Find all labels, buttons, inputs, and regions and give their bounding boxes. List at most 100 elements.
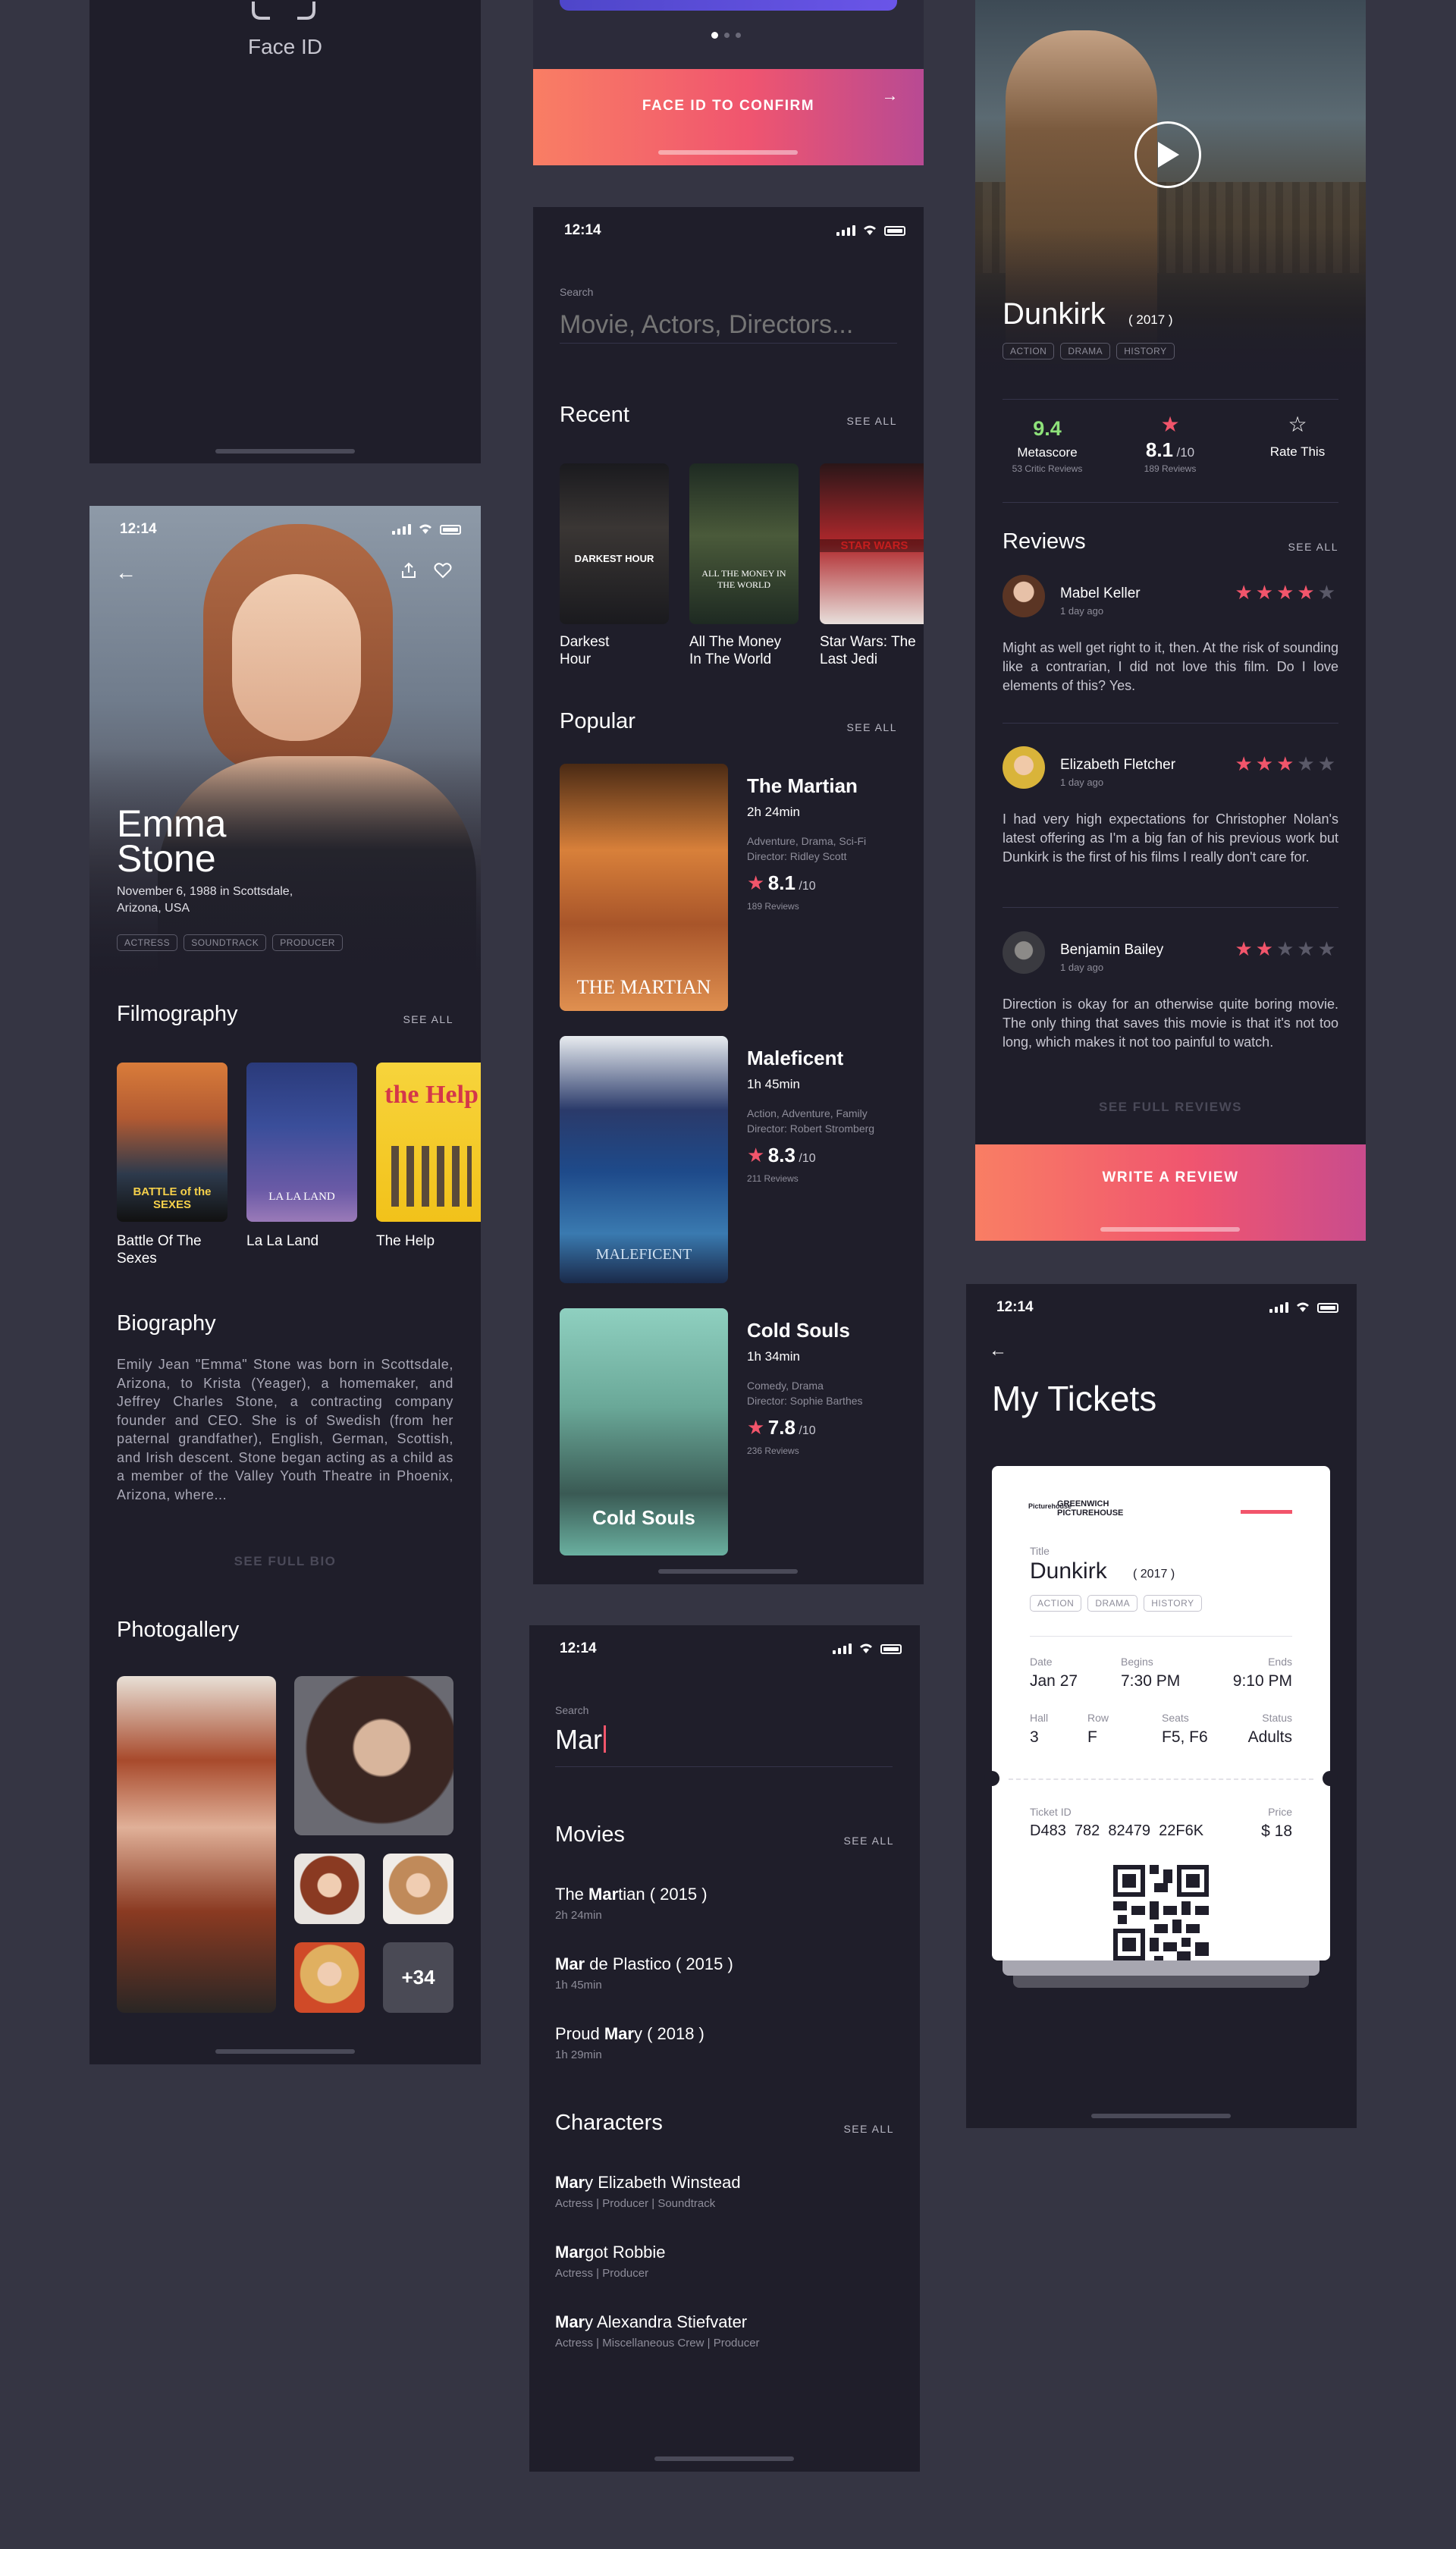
result-title: Mar de Plastico ( 2015 ) [555, 1954, 733, 1973]
status-icons [833, 1642, 902, 1654]
rating-out-of: /10 [1176, 445, 1195, 460]
character-result[interactable]: Mary Elizabeth Winstead Actress | Produc… [555, 2173, 893, 2218]
popular-item-director: Director: Sophie Barthes [747, 1395, 863, 1407]
search-input[interactable]: Mar [555, 1724, 893, 1767]
result-sub: Actress | Producer [555, 2267, 649, 2280]
star-icon: ★ [747, 871, 765, 894]
popular-poster-maleficent[interactable]: MALEFICENT [560, 1036, 728, 1283]
signal-icon [836, 225, 855, 236]
film-title: La La Land [246, 1233, 319, 1249]
result-sub: Actress | Producer | Soundtrack [555, 2197, 716, 2210]
ticket-movie-title: Dunkirk [1030, 1559, 1107, 1584]
ticket-card[interactable]: Picturehouse GREENWICH PICTUREHOUSE Titl… [984, 1466, 1338, 1960]
ticket-tags: ACTION DRAMA HISTORY [1030, 1595, 1208, 1612]
gallery-photo[interactable] [294, 1854, 365, 1924]
star-icon: ★ [1235, 581, 1256, 604]
gallery-more-button[interactable]: +34 [383, 1942, 453, 2013]
see-full-bio-link[interactable]: SEE FULL BIO [89, 1554, 481, 1569]
star-icon: ★ [747, 1416, 765, 1439]
popular-item-director: Director: Ridley Scott [747, 850, 847, 862]
star-icon: ★ [1317, 752, 1338, 775]
share-icon[interactable] [400, 562, 417, 579]
popular-see-all-link[interactable]: SEE ALL [846, 721, 897, 733]
result-sub: 1h 29min [555, 2048, 602, 2061]
wifi-icon [864, 225, 876, 235]
heart-icon[interactable] [434, 562, 452, 579]
play-button[interactable] [1134, 121, 1201, 188]
popular-item-title: The Martian [747, 774, 858, 797]
recent-poster-darkest-hour[interactable]: DARKEST HOUR [560, 463, 669, 624]
back-arrow-icon[interactable]: ← [115, 560, 136, 585]
home-indicator [654, 2456, 794, 2461]
character-result[interactable]: Margot Robbie Actress | Producer [555, 2243, 893, 2288]
movie-hero-image [975, 0, 1366, 394]
arrow-right-icon: → [881, 86, 899, 105]
rate-this-button[interactable]: ☆ Rate This [1241, 414, 1354, 460]
write-review-label: WRITE A REVIEW [1102, 1169, 1239, 1185]
characters-see-all-link[interactable]: SEE ALL [843, 2123, 894, 2135]
tag-drama: DRAMA [1087, 1595, 1138, 1612]
tag-drama: DRAMA [1060, 343, 1111, 359]
popular-item-reviews: 236 Reviews [747, 1446, 799, 1456]
popular-poster-the-martian[interactable]: THE MARTIAN [560, 764, 728, 1011]
gallery-photo[interactable] [117, 1676, 276, 2013]
film-poster-battle-of-the-sexes[interactable]: BATTLE of the SEXES [117, 1063, 228, 1222]
result-title: Mary Alexandra Stiefvater [555, 2312, 748, 2331]
recent-poster-star-wars[interactable]: STAR WARS [820, 463, 924, 624]
filmography-see-all-link[interactable]: SEE ALL [403, 1013, 453, 1025]
recent-title-line: All The Money [689, 634, 782, 650]
movies-see-all-link[interactable]: SEE ALL [843, 1835, 894, 1847]
ticket-accent-bar [1241, 1510, 1292, 1514]
film-title: Battle Of The [117, 1233, 202, 1249]
divider [1030, 1636, 1292, 1637]
recent-poster-all-the-money[interactable]: ALL THE MONEY IN THE WORLD [689, 463, 799, 624]
write-review-button[interactable]: WRITE A REVIEW [975, 1144, 1366, 1241]
film-title: The Help [376, 1233, 435, 1249]
review-stars: ★★★★★ [1235, 752, 1338, 776]
biography-title: Biography [117, 1311, 216, 1336]
movie-result[interactable]: Proud Mary ( 2018 ) 1h 29min [555, 2024, 893, 2070]
film-poster-the-help[interactable]: the Help [376, 1063, 481, 1222]
result-title: The Martian ( 2015 ) [555, 1885, 708, 1904]
back-arrow-icon[interactable]: ← [989, 1340, 1007, 1361]
search-input[interactable] [560, 307, 897, 344]
movies-title: Movies [555, 1822, 625, 1847]
wifi-icon [1297, 1302, 1309, 1312]
popular-item-director: Director: Robert Stromberg [747, 1122, 875, 1135]
status-time: 12:14 [120, 521, 157, 537]
film-poster-la-la-land[interactable]: LA LA LAND [246, 1063, 357, 1222]
gallery-photo[interactable] [294, 1676, 453, 1835]
signal-icon [392, 524, 411, 535]
ticket-id-label: Ticket ID [1030, 1806, 1072, 1818]
character-result[interactable]: Mary Alexandra Stiefvater Actress | Misc… [555, 2312, 893, 2358]
recent-title-line: Hour [560, 651, 592, 667]
metascore-block: 9.4 Metascore 53 Critic Reviews [990, 417, 1104, 474]
poster-caption: DARKEST HOUR [574, 553, 654, 564]
star-icon: ★ [1255, 937, 1277, 960]
row-label: Row [1087, 1712, 1109, 1724]
movie-result[interactable]: The Martian ( 2015 ) 2h 24min [555, 1885, 893, 1930]
hall-value: 3 [1030, 1728, 1039, 1746]
see-full-reviews-link[interactable]: SEE FULL REVIEWS [975, 1100, 1366, 1115]
gallery-photo[interactable] [294, 1942, 365, 2013]
star-icon: ★ [1235, 752, 1256, 775]
popular-item-duration: 1h 34min [747, 1349, 800, 1364]
recent-see-all-link[interactable]: SEE ALL [846, 415, 897, 427]
tickets-screen: 12:14 ← My Tickets Picturehouse GREENWIC… [966, 1284, 1357, 2128]
popular-poster-cold-souls[interactable]: Cold Souls [560, 1308, 728, 1555]
movie-result[interactable]: Mar de Plastico ( 2015 ) 1h 45min [555, 1954, 893, 2000]
home-indicator [658, 150, 798, 155]
status-icons [392, 523, 461, 535]
search-label: Search [560, 286, 594, 298]
status-icons [836, 224, 905, 236]
popular-item-genres: Action, Adventure, Family [747, 1107, 868, 1119]
reviews-see-all-link[interactable]: SEE ALL [1288, 541, 1338, 553]
gallery-photo[interactable] [383, 1854, 453, 1924]
review-time: 1 day ago [1060, 605, 1104, 617]
star-icon: ★ [1276, 752, 1298, 775]
result-title: Proud Mary ( 2018 ) [555, 2024, 704, 2043]
rating-sub: 189 Reviews [1144, 463, 1197, 474]
avatar [1003, 931, 1045, 974]
seats-value: F5, F6 [1162, 1728, 1208, 1746]
movie-year: ( 2017 ) [1128, 312, 1173, 327]
